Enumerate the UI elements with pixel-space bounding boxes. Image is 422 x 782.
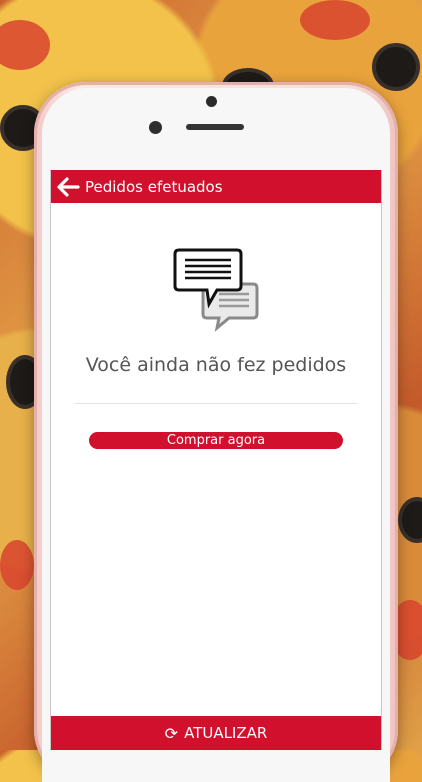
page-title: Pedidos efetuados xyxy=(85,177,223,196)
arrow-left-icon[interactable] xyxy=(51,170,85,203)
background-tomato xyxy=(300,0,370,40)
refresh-button[interactable]: ⟳ ATUALIZAR xyxy=(51,716,381,750)
app-screen: Pedidos efetuados Você ainda não fez ped… xyxy=(50,170,382,750)
empty-state-message: Você ainda não fez pedidos xyxy=(85,354,347,376)
top-bar: Pedidos efetuados xyxy=(51,170,381,203)
front-camera xyxy=(149,121,162,134)
divider xyxy=(75,403,357,404)
background-olive xyxy=(372,43,420,91)
refresh-label: ATUALIZAR xyxy=(184,724,268,742)
camera xyxy=(206,96,217,107)
refresh-icon: ⟳ xyxy=(164,723,179,743)
background-olive xyxy=(398,497,422,543)
chat-bubbles-icon xyxy=(173,248,259,338)
background-tomato xyxy=(0,540,34,590)
background-tomato xyxy=(0,20,50,70)
buy-now-button[interactable]: Comprar agora xyxy=(89,432,343,449)
speaker-grille xyxy=(186,124,244,130)
